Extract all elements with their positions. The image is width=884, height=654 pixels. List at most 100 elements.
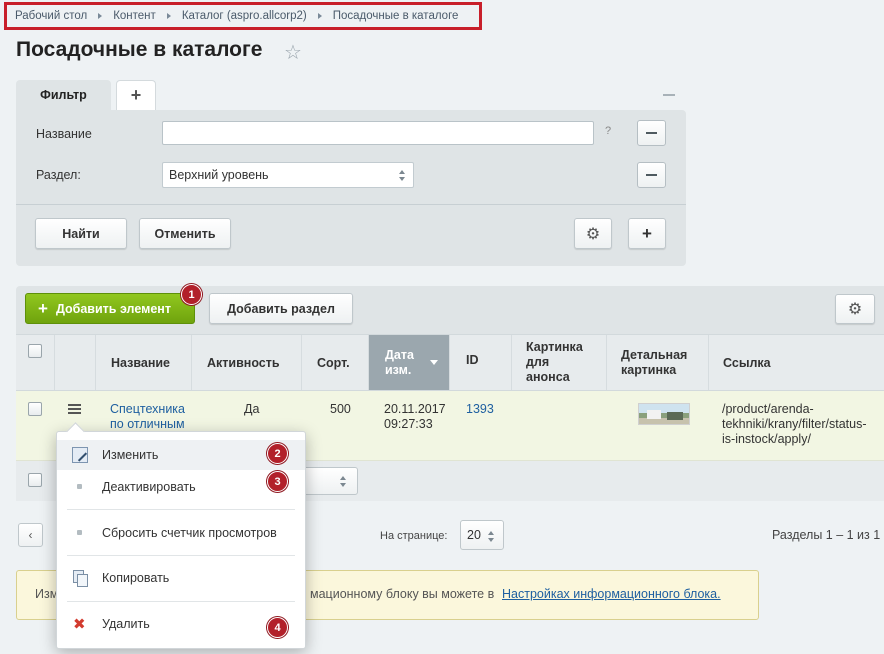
info-text-middle: мационному блоку вы можете в — [310, 587, 495, 601]
column-date-sorted[interactable]: Дата изм. — [368, 335, 449, 390]
section-select-value: Верхний уровень — [169, 168, 269, 182]
breadcrumb-item-catalog[interactable]: Каталог (aspro.allcorp2) — [182, 10, 307, 22]
row-actions-menu-icon[interactable] — [68, 404, 81, 414]
menu-divider — [67, 509, 295, 510]
cancel-button[interactable]: Отменить — [139, 218, 231, 249]
menu-item-copy[interactable]: Копировать — [57, 563, 305, 593]
menu-item-label: Сбросить счетчик просмотров — [102, 526, 277, 540]
select-arrows-icon — [399, 170, 406, 181]
badge-1: 1 — [181, 284, 202, 305]
badge-2: 2 — [267, 443, 288, 464]
add-element-label: Добавить элемент — [55, 301, 171, 316]
column-sort[interactable]: Сорт. — [301, 335, 368, 390]
breadcrumb-item-current[interactable]: Посадочные в каталоге — [333, 10, 459, 22]
plus-icon: + — [38, 298, 48, 318]
grid-toolbar: + Добавить элемент Добавить раздел ⚙ — [16, 286, 884, 334]
row-id-link[interactable]: 1393 — [466, 402, 494, 416]
column-preview-line2: для — [526, 355, 550, 369]
detail-image-thumbnail[interactable] — [638, 403, 690, 425]
group-checkbox[interactable] — [28, 473, 42, 487]
badge-4: 4 — [267, 617, 288, 638]
breadcrumb-item-desktop[interactable]: Рабочий стол — [15, 10, 87, 22]
table-header: Название Активность Сорт. Дата изм. ID К… — [16, 334, 884, 391]
filter-settings-gear-icon[interactable]: ⚙ — [574, 218, 612, 249]
column-detail-line2: картинка — [621, 362, 677, 377]
breadcrumb-separator-icon — [317, 13, 322, 19]
row-date-value: 20.11.2017 — [384, 402, 446, 416]
page-title: Посадочные в каталоге — [16, 38, 263, 61]
grid-settings-gear-icon[interactable]: ⚙ — [835, 294, 875, 324]
row-name-link[interactable]: Спецтехника по отличным — [110, 402, 185, 432]
row-link-line2: tekhniki/krany/filter/status- — [722, 417, 867, 431]
badge-3: 3 — [267, 471, 288, 492]
add-section-button[interactable]: Добавить раздел — [209, 293, 353, 324]
row-link: /product/arenda- tekhniki/krany/filter/s… — [722, 402, 867, 447]
bullet-icon — [77, 530, 82, 535]
per-page-value: 20 — [467, 528, 481, 542]
per-page-label: На странице: — [380, 530, 448, 542]
menu-item-label: Копировать — [102, 571, 170, 585]
select-arrows-icon — [488, 531, 495, 542]
prev-page-button[interactable]: ‹ — [18, 523, 43, 547]
column-detail-line1: Детальная — [621, 347, 688, 362]
breadcrumb-item-content[interactable]: Контент — [113, 10, 156, 22]
menu-divider — [67, 555, 295, 556]
menu-item-reset-views[interactable]: Сбросить счетчик просмотров — [57, 518, 305, 548]
menu-item-label: Удалить — [102, 617, 150, 631]
row-time-value: 09:27:33 — [384, 417, 433, 431]
add-field-plus-icon[interactable]: + — [628, 218, 666, 249]
select-all-checkbox[interactable] — [28, 344, 42, 358]
add-filter-tab-button[interactable]: + — [116, 80, 156, 110]
breadcrumb: Рабочий стол Контент Каталог (aspro.allc… — [4, 2, 482, 30]
row-date: 20.11.2017 09:27:33 — [384, 402, 446, 432]
menu-item-label: Деактивировать — [102, 480, 196, 494]
row-checkbox[interactable] — [28, 402, 42, 416]
row-sort: 500 — [330, 402, 351, 416]
bullet-icon — [77, 484, 82, 489]
remove-name-field-button[interactable] — [637, 120, 666, 146]
edit-icon — [72, 447, 88, 463]
iblock-settings-link[interactable]: Настройках информационного блока. — [502, 587, 721, 601]
breadcrumb-separator-icon — [98, 13, 103, 19]
name-label: Название — [36, 127, 92, 141]
name-input[interactable] — [162, 121, 594, 145]
column-date-line2: изм. — [385, 362, 412, 377]
help-icon[interactable]: ? — [605, 125, 611, 137]
column-preview-line3: анонса — [526, 370, 570, 384]
section-select[interactable]: Верхний уровень — [162, 162, 414, 188]
group-action-select[interactable] — [302, 467, 358, 495]
copy-icon — [72, 570, 88, 587]
section-label: Раздел: — [36, 168, 81, 182]
row-context-menu: Изменить Деактивировать Сбросить счетчик… — [56, 431, 306, 649]
sections-count: Разделы 1 – 1 из 1 — [772, 528, 881, 542]
column-date-line1: Дата — [385, 347, 414, 362]
menu-item-label: Изменить — [102, 448, 159, 462]
column-menu — [54, 335, 95, 390]
filter-divider — [16, 204, 686, 205]
column-link[interactable]: Ссылка — [708, 335, 884, 390]
column-active[interactable]: Активность — [191, 335, 301, 390]
column-preview-line1: Картинка — [526, 340, 583, 354]
row-active: Да — [244, 402, 260, 416]
select-arrows-icon — [340, 476, 347, 487]
row-name-line1: Спецтехника — [110, 402, 185, 416]
sort-desc-icon — [430, 360, 438, 365]
menu-divider — [67, 601, 295, 602]
column-name[interactable]: Название — [95, 335, 191, 390]
favorite-star-icon[interactable]: ☆ — [284, 40, 302, 65]
remove-section-field-button[interactable] — [637, 162, 666, 188]
row-link-line3: is-instock/apply/ — [722, 432, 811, 446]
add-element-button[interactable]: + Добавить элемент — [25, 293, 195, 324]
tab-filter[interactable]: Фильтр — [16, 80, 111, 110]
row-name-line2: по отличным — [110, 417, 185, 431]
per-page-select[interactable]: 20 — [460, 520, 504, 550]
row-link-line1: /product/arenda- — [722, 402, 814, 416]
collapse-filter-icon[interactable] — [663, 94, 675, 96]
column-id[interactable]: ID — [449, 335, 511, 390]
find-button[interactable]: Найти — [35, 218, 127, 249]
filter-panel: Название ? Раздел: Верхний уровень Найти… — [16, 110, 686, 266]
breadcrumb-separator-icon — [166, 13, 171, 19]
column-detail-image[interactable]: Детальная картинка — [606, 335, 708, 390]
column-preview-image[interactable]: Картинка для анонса — [511, 335, 606, 390]
delete-icon: ✖ — [73, 616, 86, 633]
